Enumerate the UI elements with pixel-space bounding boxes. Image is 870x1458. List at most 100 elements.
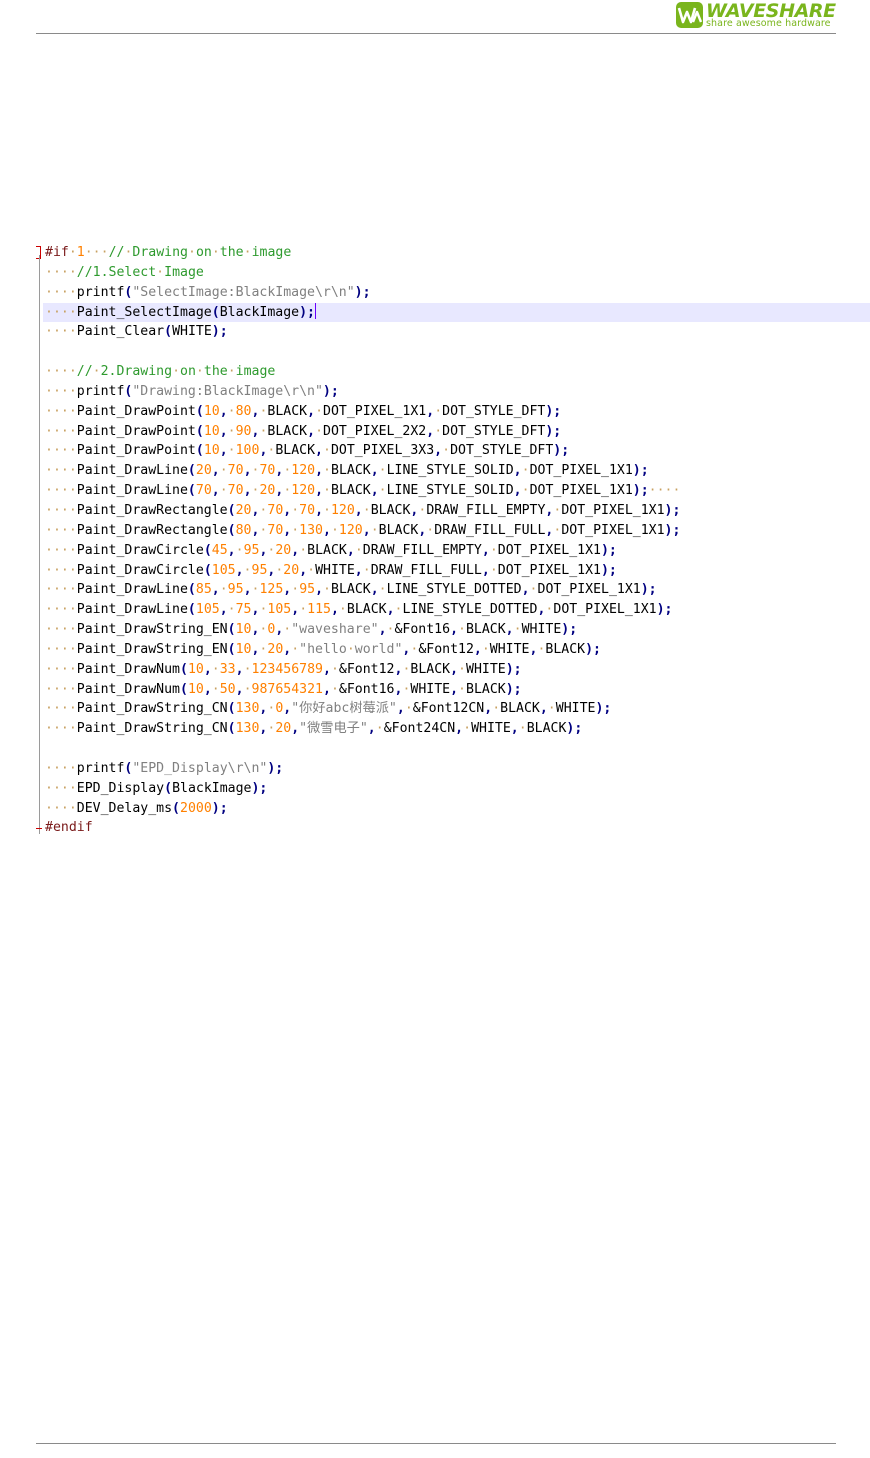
code-token: BLACK (370, 502, 411, 518)
code-token: · (521, 483, 530, 499)
code-token: Drawing (132, 245, 188, 260)
code-token: , (386, 602, 395, 618)
code-token: BLACK (410, 661, 451, 677)
code-token: , (235, 681, 244, 697)
code-line: ····Paint_DrawPoint(10,·100,·BLACK,·DOT_… (45, 441, 870, 461)
code-token: , (426, 403, 435, 419)
code-token: 70 (227, 463, 244, 479)
code-token: · (375, 721, 384, 737)
code-token: 20 (259, 483, 276, 499)
code-token: ···· (45, 502, 77, 518)
code-token: DOT_PIXEL_1X1 (497, 542, 601, 558)
code-token: ( (187, 602, 196, 618)
code-token: , (450, 622, 459, 638)
code-token: 75 (235, 602, 252, 618)
code-token: "SelectImage:BlackImage\r\n" (132, 284, 355, 300)
code-token: · (156, 264, 165, 280)
code-token: WHITE (315, 562, 355, 578)
code-token: ···· (45, 403, 77, 419)
code-token: · (211, 661, 220, 677)
code-token: ( (227, 701, 236, 717)
code-token: , (330, 602, 339, 618)
code-token: ···· (45, 423, 77, 439)
code-token: &Font24CN (383, 721, 456, 737)
code-token: 100 (235, 443, 260, 459)
code-token: "微雪电子" (299, 721, 368, 737)
code-token: 105 (195, 602, 220, 618)
code-token: , (481, 562, 490, 578)
code-token: ( (227, 721, 236, 737)
code-token: ( (227, 622, 236, 638)
code-token: , (396, 701, 405, 717)
code-token: // (108, 245, 125, 260)
code-token: BlackImage (219, 304, 300, 320)
code-token: 120 (330, 502, 355, 518)
code-token: LINE_STYLE_DOTTED (402, 602, 538, 618)
code-token: , (315, 582, 324, 598)
code-token: , (235, 562, 244, 578)
code-token: BLACK (267, 423, 308, 439)
code-token: Paint_DrawPoint (76, 403, 196, 419)
code-block[interactable]: #if·1···//·Drawing·on·the·image ····//1.S… (43, 243, 870, 838)
code-token: 80 (235, 403, 252, 419)
code-token: ); (211, 800, 228, 816)
code-token: ( (203, 542, 212, 558)
code-token: DOT_PIXEL_1X1 (529, 463, 633, 479)
code-token: "EPD_Display\r\n" (132, 760, 268, 776)
code-token: 987654321 (251, 681, 323, 697)
code-token: DOT_PIXEL_1X1 (529, 483, 633, 499)
code-token: , (378, 622, 387, 638)
code-token: , (211, 582, 220, 598)
code-token: BLACK (526, 721, 567, 737)
code-token: 10 (203, 403, 220, 419)
code-line: ····Paint_DrawString_EN(10,·0,·"waveshar… (45, 620, 870, 640)
code-token: · (442, 443, 451, 459)
code-token: , (243, 582, 252, 598)
code-token: Paint_DrawLine (76, 483, 188, 499)
code-token: BLACK (466, 681, 506, 697)
code-token: &Font12 (338, 661, 395, 677)
code-token: Paint_DrawPoint (76, 423, 196, 439)
code-token: WHITE (521, 622, 562, 638)
code-token: "hello (299, 641, 347, 657)
code-token: ( (164, 780, 173, 796)
code-token: · (346, 641, 355, 657)
footer-divider (36, 1443, 836, 1444)
code-token: 90 (235, 423, 252, 439)
code-token: 70 (259, 463, 276, 479)
code-token: ); (545, 403, 562, 419)
code-token: · (291, 522, 300, 538)
code-token: 10 (235, 641, 252, 657)
code-token: , (367, 721, 376, 737)
code-token: · (291, 582, 300, 598)
code-token: DOT_PIXEL_1X1 (497, 562, 601, 578)
fold-guide-line (39, 255, 40, 834)
code-token: 20 (267, 641, 284, 657)
code-token: 130 (299, 522, 323, 538)
code-token: ); (505, 681, 522, 697)
code-token: BlackImage (172, 780, 252, 796)
code-token: , (315, 483, 324, 499)
code-token: ···· (45, 522, 77, 538)
code-token: · (219, 463, 228, 479)
code-token: · (338, 602, 347, 618)
code-token: &Font16 (394, 622, 451, 638)
code-token: · (370, 522, 379, 538)
code-token: 33 (219, 661, 236, 677)
code-token: DOT_PIXEL_1X1 (561, 522, 665, 538)
code-token: BLACK (346, 602, 387, 618)
code-token: · (404, 701, 413, 717)
code-token: ); (566, 721, 583, 737)
code-token: · (227, 364, 236, 380)
code-token: , (362, 522, 371, 538)
code-token: ); (632, 483, 649, 499)
code-token: DOT_PIXEL_2X2 (323, 423, 427, 439)
code-token: ···· (45, 284, 77, 300)
code-token: 120 (291, 463, 316, 479)
code-line: ····Paint_DrawPoint(10,·80,·BLACK,·DOT_P… (45, 402, 870, 422)
code-token: //1.Select (76, 264, 157, 280)
code-token: 105 (267, 602, 292, 618)
code-line: ····printf("SelectImage:BlackImage\r\n")… (45, 283, 870, 303)
code-token: DRAW_FILL_EMPTY (362, 542, 482, 558)
